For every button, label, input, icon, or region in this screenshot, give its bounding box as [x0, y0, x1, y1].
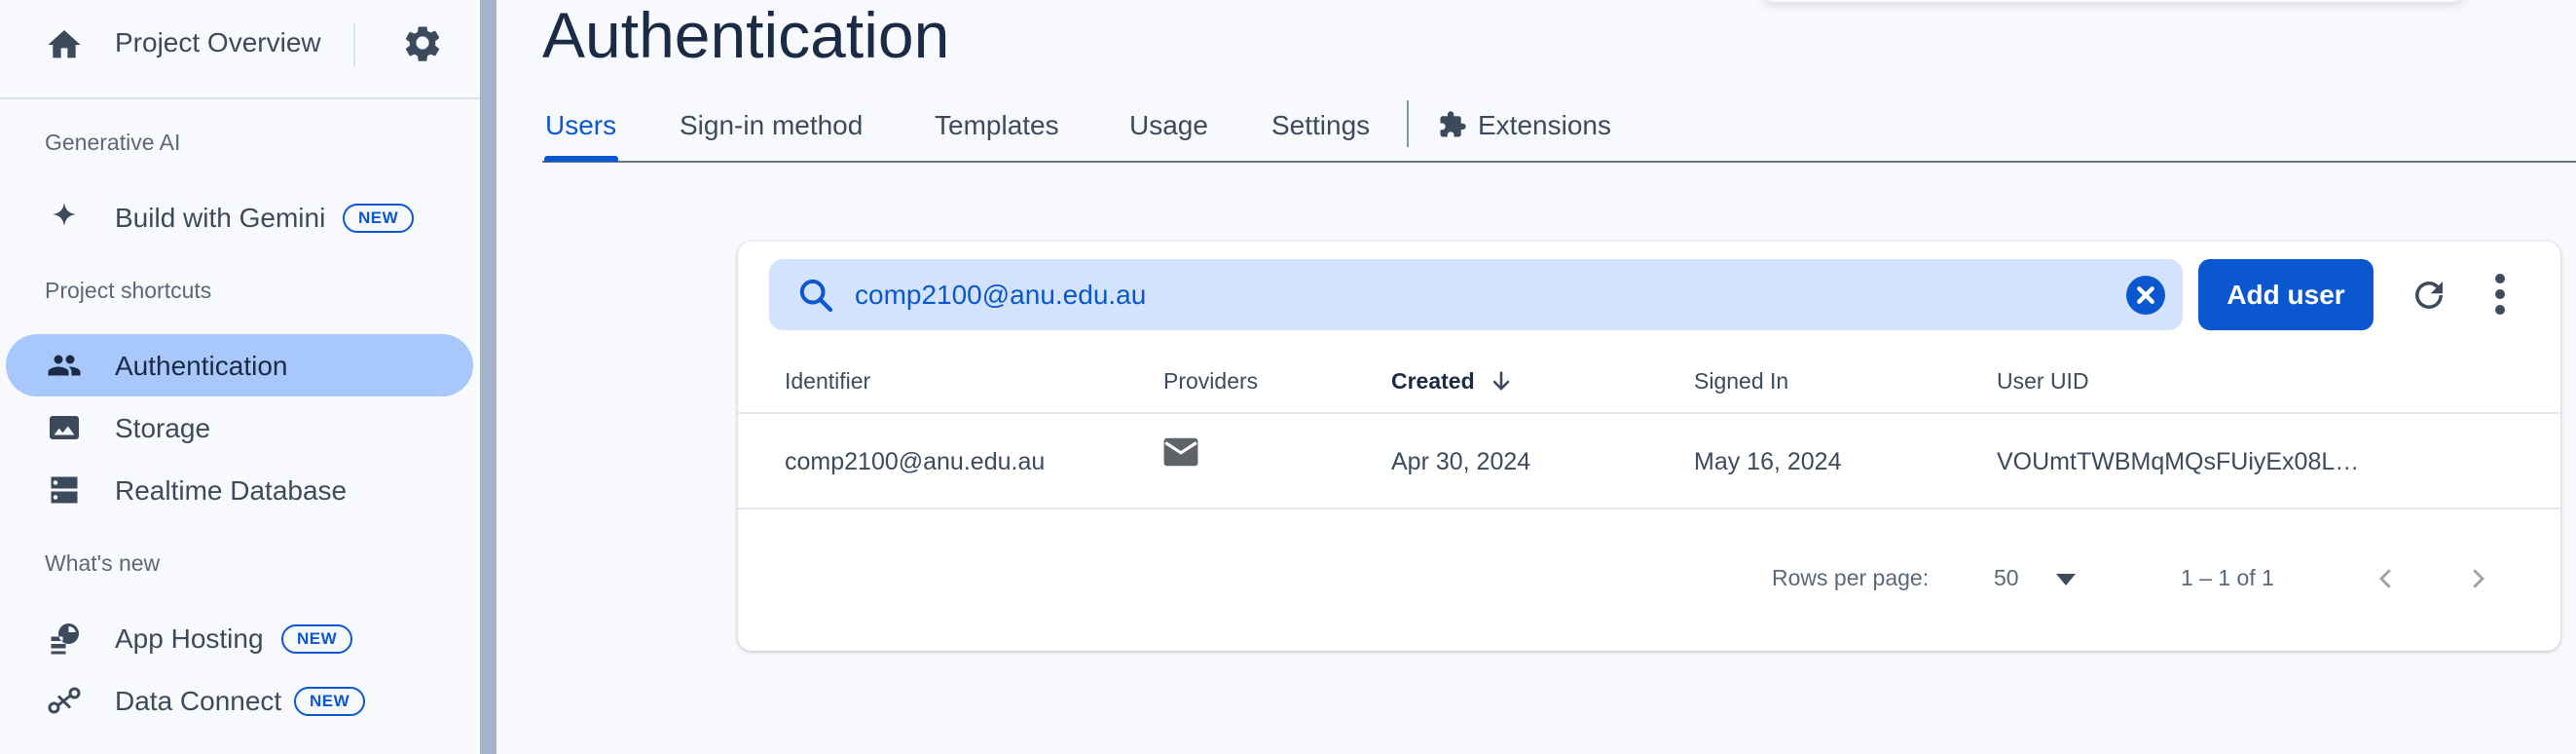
refresh-icon[interactable]	[2409, 275, 2449, 316]
tab-usage[interactable]: Usage	[1129, 110, 1208, 141]
new-badge: NEW	[281, 624, 353, 654]
project-row-separator	[353, 23, 355, 66]
sidebar-item-realtime-database[interactable]: Realtime Database	[6, 459, 473, 521]
project-overview-label[interactable]: Project Overview	[115, 27, 321, 58]
more-vert-icon[interactable]	[2492, 271, 2508, 318]
sidebar-item-storage[interactable]: Storage	[6, 396, 473, 459]
sidebar-item-label: Realtime Database	[115, 475, 348, 506]
section-generative-ai: Generative AI	[45, 130, 181, 155]
chevron-left-icon[interactable]	[2372, 561, 2401, 596]
tab-users[interactable]: Users	[545, 110, 616, 141]
caret-down-icon	[2056, 574, 2076, 585]
column-header-created[interactable]: Created	[1391, 368, 1475, 395]
cell-signed-in: May 16, 2024	[1694, 448, 1842, 475]
search-icon	[799, 279, 833, 313]
tab-settings[interactable]: Settings	[1271, 110, 1370, 141]
arrow-down-icon[interactable]	[1488, 366, 1515, 397]
column-header-providers[interactable]: Providers	[1163, 368, 1258, 395]
users-card: Add user Identifier Providers Created Si…	[738, 242, 2560, 651]
sidebar-item-label: Authentication	[115, 351, 288, 381]
cell-identifier: comp2100@anu.edu.au	[785, 448, 1046, 475]
new-badge: NEW	[343, 204, 415, 233]
search-bar[interactable]	[769, 259, 2183, 330]
email-icon	[1163, 437, 1198, 467]
column-header-identifier[interactable]: Identifier	[785, 368, 870, 395]
sparkle-icon	[53, 203, 76, 226]
rows-per-page-value: 50	[1994, 565, 2019, 590]
home-icon[interactable]	[43, 25, 86, 64]
sidebar-item-app-hosting[interactable]: App Hosting NEW	[6, 607, 473, 669]
cell-user-uid: VOUmtTWBMqMQsFUiyEx08L…	[1997, 448, 2360, 475]
search-input[interactable]	[855, 259, 2101, 330]
people-icon	[48, 355, 81, 376]
sidebar-item-label: App Hosting	[115, 623, 264, 654]
row-divider	[738, 508, 2560, 509]
floating-panel-edge	[1762, 0, 2463, 2]
sidebar-item-authentication[interactable]: Authentication	[6, 334, 473, 396]
header-divider	[738, 412, 2560, 414]
sidebar: Project Overview Generative AI Build wit…	[0, 0, 480, 754]
sidebar-item-build-with-gemini[interactable]: Build with Gemini NEW	[6, 186, 473, 248]
rows-per-page-select[interactable]: 50	[1994, 559, 2101, 598]
sidebar-item-label: Build with Gemini	[115, 203, 326, 233]
tab-bar: Users Sign-in method Templates Usage Set…	[542, 93, 2576, 163]
tab-extensions[interactable]: Extensions	[1478, 110, 1611, 141]
puzzle-icon[interactable]	[1438, 110, 1467, 139]
chevron-right-icon[interactable]	[2463, 561, 2492, 596]
sidebar-item-label: Data Connect	[115, 686, 282, 716]
add-user-button[interactable]: Add user	[2198, 259, 2374, 330]
sidebar-item-label: Storage	[115, 413, 211, 443]
project-overview-row[interactable]: Project Overview	[0, 0, 480, 99]
image-icon	[50, 416, 79, 439]
pagination-range: 1 – 1 of 1	[2181, 565, 2274, 590]
section-whats-new: What's new	[45, 550, 161, 576]
tab-sign-in-method[interactable]: Sign-in method	[680, 110, 863, 141]
page-title: Authentication	[542, 0, 950, 71]
hosting-icon	[51, 623, 79, 655]
column-header-user-uid[interactable]: User UID	[1997, 368, 2089, 395]
clear-search-icon[interactable]	[2126, 276, 2165, 315]
column-header-signed-in[interactable]: Signed In	[1694, 368, 1788, 395]
section-project-shortcuts: Project shortcuts	[45, 278, 212, 303]
rows-per-page-label: Rows per page:	[1772, 565, 1930, 590]
active-tab-indicator	[544, 156, 618, 162]
cell-created: Apr 30, 2024	[1391, 448, 1531, 475]
sidebar-item-data-connect[interactable]: Data Connect NEW	[6, 669, 473, 732]
tab-templates[interactable]: Templates	[935, 110, 1059, 141]
new-badge: NEW	[294, 687, 366, 716]
data-connect-icon	[48, 687, 81, 714]
tab-separator	[1407, 100, 1409, 147]
database-icon	[51, 476, 78, 504]
sidebar-resize-handle[interactable]	[480, 0, 497, 754]
gear-icon[interactable]	[401, 21, 444, 64]
